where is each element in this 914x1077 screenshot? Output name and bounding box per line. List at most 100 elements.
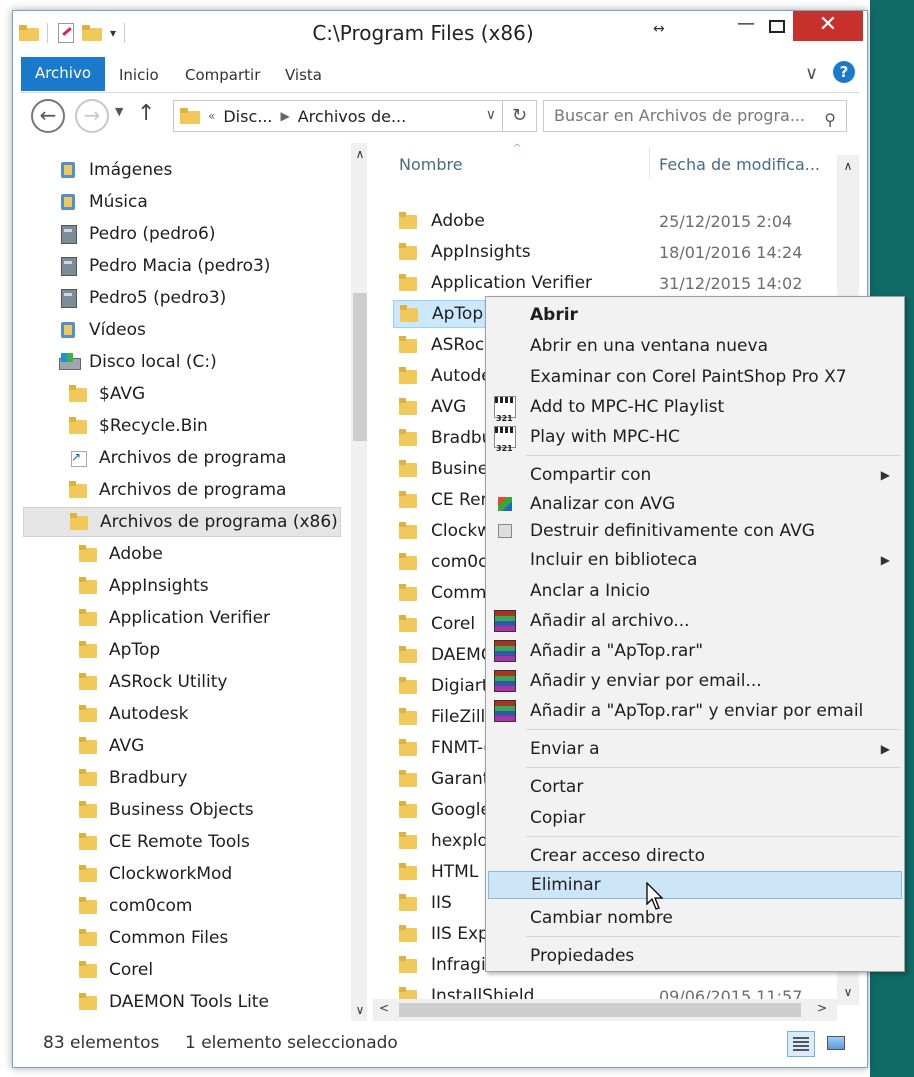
menu-item-cortar[interactable]: Cortar xyxy=(488,773,902,801)
column-header-date[interactable]: Fecha de modifica... xyxy=(659,155,820,174)
large-icons-view-button[interactable] xyxy=(823,1031,851,1057)
maximize-button[interactable] xyxy=(759,11,795,41)
recent-locations-icon[interactable]: ▼ xyxy=(115,105,123,118)
list-item[interactable]: Application Verifier 31/12/2015 14:02 xyxy=(393,269,835,297)
help-button[interactable]: ? xyxy=(833,61,855,83)
tree-item-imagenes[interactable]: Imágenes xyxy=(59,155,172,185)
menu-item-play-with-mpc-hc[interactable]: Play with MPC-HC xyxy=(488,423,902,463)
back-button[interactable]: ← xyxy=(31,99,65,133)
tree-item-common-files[interactable]: Common Files xyxy=(79,923,228,953)
tree-item-pedro-macia-pedro3[interactable]: Pedro Macia (pedro3) xyxy=(59,251,270,281)
tree-item-bradbury[interactable]: Bradbury xyxy=(79,763,187,793)
tree-item-adobe[interactable]: Adobe xyxy=(79,539,163,569)
details-view-button[interactable] xyxy=(787,1031,815,1057)
tree-item-asrock-utility[interactable]: ASRock Utility xyxy=(79,667,227,697)
folder-icon xyxy=(399,770,419,788)
tree-item-label: Autodesk xyxy=(109,704,189,724)
tree-item-archivos-de-programa[interactable]: Archivos de programa xyxy=(69,475,286,505)
tree-item-label: ApTop xyxy=(109,640,161,660)
menu-separator xyxy=(526,836,900,837)
tree-item-avg[interactable]: AVG xyxy=(79,731,144,761)
tree-item-aptop[interactable]: ApTop xyxy=(79,635,160,665)
menu-item-enviar-a[interactable]: Enviar a ▶ xyxy=(488,735,902,763)
tree-item-recycle-bin[interactable]: $Recycle.Bin xyxy=(69,411,208,441)
list-item[interactable]: Adobe 25/12/2015 2:04 xyxy=(393,207,835,235)
menu-item-cambiar-nombre[interactable]: Cambiar nombre xyxy=(488,904,902,932)
menu-item-propiedades[interactable]: Propiedades xyxy=(488,942,902,970)
search-input[interactable]: Buscar en Archivos de progra... ⚲ xyxy=(543,100,847,132)
folder-icon xyxy=(399,646,419,664)
tree-item-autodesk[interactable]: Autodesk xyxy=(79,699,188,729)
menu-item-destruir-definitivamente-con-avg[interactable]: Destruir definitivamente con AVG xyxy=(488,517,902,545)
tree-item-avg[interactable]: $AVG xyxy=(69,379,145,409)
menu-item-incluir-en-biblioteca[interactable]: Incluir en biblioteca ▶ xyxy=(488,546,902,574)
menu-item-anadir-a-aptop-rar[interactable]: Añadir a "ApTop.rar" xyxy=(488,637,902,665)
up-button[interactable]: ↑ xyxy=(137,101,155,126)
menu-item-anclar-a-inicio[interactable]: Anclar a Inicio xyxy=(488,577,902,605)
tree-item-pedro5-pedro3[interactable]: Pedro5 (pedro3) xyxy=(59,283,226,313)
menu-item-analizar-con-avg[interactable]: Analizar con AVG xyxy=(488,490,902,518)
tab-archivo[interactable]: Archivo xyxy=(21,57,105,91)
tree-item-corel[interactable]: Corel xyxy=(79,955,153,985)
tab-vista[interactable]: Vista xyxy=(285,57,322,91)
scroll-left-icon[interactable]: < xyxy=(379,1001,389,1015)
breadcrumb-archivos[interactable]: Archivos de... xyxy=(298,107,407,126)
tree-item-daemon-tools-lite[interactable]: DAEMON Tools Lite xyxy=(79,987,269,1017)
tab-compartir[interactable]: Compartir xyxy=(185,57,260,91)
scroll-right-icon[interactable]: > xyxy=(817,1001,827,1015)
address-history-icon[interactable]: ∨ xyxy=(486,107,496,123)
list-item[interactable]: AppInsights 18/01/2016 14:24 xyxy=(393,238,835,266)
expand-ribbon-icon[interactable]: ∨ xyxy=(805,63,818,84)
tree-item-pedro-pedro6[interactable]: Pedro (pedro6) xyxy=(59,219,215,249)
tree-item-application-verifier[interactable]: Application Verifier xyxy=(79,603,270,633)
list-horizontal-scrollbar[interactable]: < > xyxy=(373,999,837,1021)
tab-inicio[interactable]: Inicio xyxy=(119,57,159,91)
menu-item-label: Examinar con Corel PaintShop Pro X7 xyxy=(530,367,847,387)
menu-item-compartir-con[interactable]: Compartir con ▶ xyxy=(488,461,902,489)
forward-button[interactable]: → xyxy=(75,99,109,133)
tree-item-appinsights[interactable]: AppInsights xyxy=(79,571,209,601)
scroll-up-icon[interactable]: ∧ xyxy=(837,159,859,173)
close-button[interactable]: ✕ xyxy=(793,11,863,41)
tree-item-com0com[interactable]: com0com xyxy=(79,891,192,921)
menu-item-anadir-y-enviar-por-email[interactable]: Añadir y enviar por email... xyxy=(488,667,902,695)
column-header-name[interactable]: Nombre xyxy=(399,155,463,174)
tree-item-videos[interactable]: Vídeos xyxy=(59,315,146,345)
address-bar[interactable]: « Disc... ▶ Archivos de... ∨ xyxy=(173,100,503,132)
menu-item-eliminar[interactable]: Eliminar xyxy=(488,871,902,899)
menu-item-copiar[interactable]: Copiar xyxy=(488,804,902,832)
menu-item-abrir-en-una-ventana-nueva[interactable]: Abrir en una ventana nueva xyxy=(488,332,902,360)
tree-item-ce-remote-tools[interactable]: CE Remote Tools xyxy=(79,827,250,857)
tree-item-archivos-de-programa-x86[interactable]: Archivos de programa (x86) xyxy=(23,507,341,537)
menu-item-add-to-mpc-hc-playlist[interactable]: Add to MPC-HC Playlist xyxy=(488,393,902,433)
menu-item-abrir[interactable]: Abrir xyxy=(488,301,902,329)
breadcrumb-disco[interactable]: Disc... xyxy=(223,107,272,126)
menu-item-label: Compartir con xyxy=(530,465,652,485)
tree-item-musica[interactable]: Música xyxy=(59,187,148,217)
scroll-up-icon[interactable]: ∧ xyxy=(351,147,367,161)
breadcrumb-overflow-icon[interactable]: « xyxy=(208,109,215,123)
folder-icon xyxy=(79,705,99,723)
menu-item-examinar-con-corel-paintshop-pro-x7[interactable]: Examinar con Corel PaintShop Pro X7 xyxy=(488,363,902,391)
tree-item-archivos-de-programa[interactable]: Archivos de programa xyxy=(69,443,286,473)
scroll-down-icon[interactable]: ∨ xyxy=(351,1003,367,1017)
column-separator[interactable] xyxy=(649,147,650,179)
scroll-thumb[interactable] xyxy=(399,1003,801,1017)
tree-item-digiarty[interactable]: Digiarty xyxy=(79,1019,176,1021)
scroll-down-icon[interactable]: ∨ xyxy=(837,985,859,999)
menu-item-anadir-al-archivo[interactable]: Añadir al archivo... xyxy=(488,607,902,635)
tree-item-clockworkmod[interactable]: ClockworkMod xyxy=(79,859,232,889)
refresh-button[interactable]: ↻ xyxy=(503,100,537,132)
menu-item-anadir-a-aptop-rar-y-enviar-por-email[interactable]: Añadir a "ApTop.rar" y enviar por email xyxy=(488,697,902,725)
tree-item-label: ASRock Utility xyxy=(109,672,228,692)
breadcrumb-chevron-icon[interactable]: ▶ xyxy=(281,109,290,123)
tree-item-disco-local-c[interactable]: Disco local (C:) xyxy=(59,347,217,377)
tree-item-business-objects[interactable]: Business Objects xyxy=(79,795,254,825)
tree-scrollbar[interactable]: ∧ ∨ xyxy=(351,143,367,1021)
title-bar: ▾ C:\Program Files (x86) ↔ — ✕ xyxy=(13,11,867,55)
folder-icon xyxy=(399,708,419,726)
scroll-thumb[interactable] xyxy=(353,293,367,441)
menu-item-crear-acceso-directo[interactable]: Crear acceso directo xyxy=(488,842,902,870)
menu-item-label: Anclar a Inicio xyxy=(530,581,651,601)
folder-icon xyxy=(70,513,90,531)
